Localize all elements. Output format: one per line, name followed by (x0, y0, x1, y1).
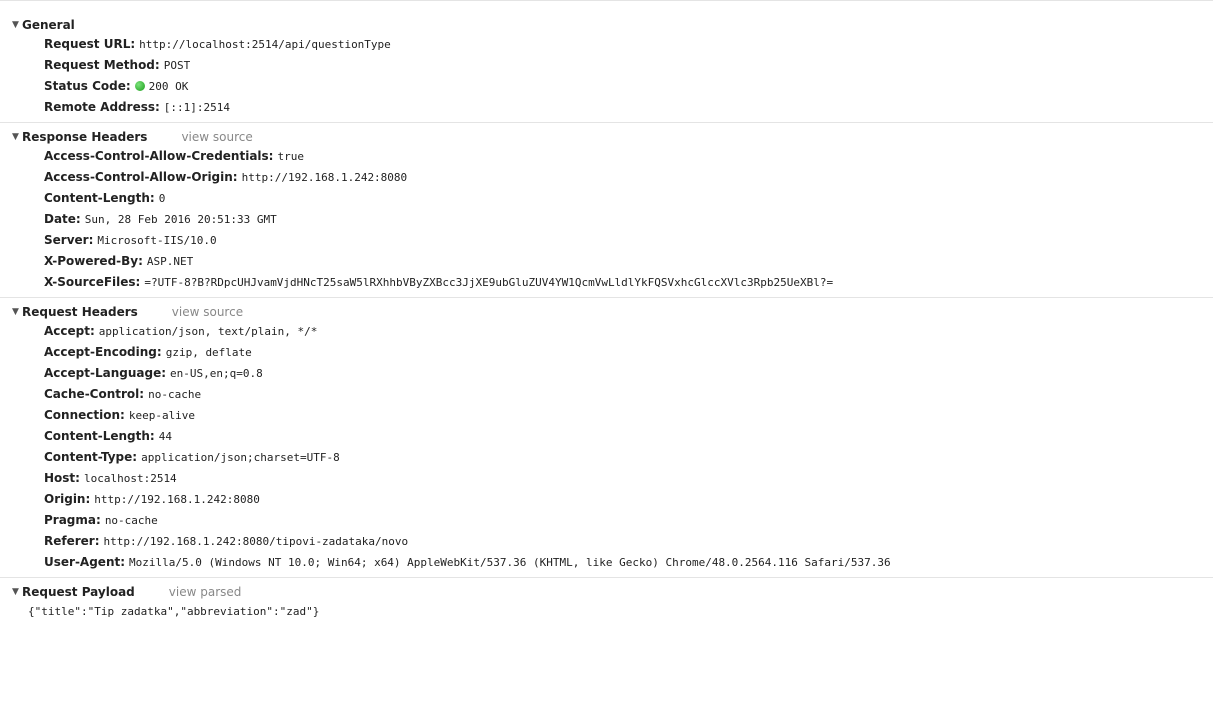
header-key: Cache-Control: (44, 387, 145, 401)
header-row: Request URL: http://localhost:2514/api/qu… (44, 34, 1213, 55)
header-key: Content-Length: (44, 429, 155, 443)
view-source-link[interactable]: view source (172, 305, 243, 319)
header-value: 0 (158, 192, 166, 205)
header-key: Date: (44, 212, 81, 226)
header-key: Pragma: (44, 513, 101, 527)
header-row: Accept: application/json, text/plain, */* (44, 321, 1213, 342)
header-value: application/json;charset=UTF-8 (141, 451, 340, 464)
request-headers-title: Request Headers (22, 305, 138, 319)
header-value: Microsoft-IIS/10.0 (97, 234, 217, 247)
header-key: Host: (44, 471, 80, 485)
header-key: Request Method: (44, 58, 160, 72)
header-value: 200 OK (148, 80, 189, 93)
header-row: Connection: keep-alive (44, 405, 1213, 426)
view-source-link[interactable]: view source (181, 130, 252, 144)
header-key: Content-Length: (44, 191, 155, 205)
expand-triangle-icon: ▼ (12, 307, 19, 317)
response-headers-rows: Access-Control-Allow-Credentials: true Ac… (0, 146, 1213, 293)
header-value: keep-alive (128, 409, 196, 422)
header-key: Accept: (44, 324, 95, 338)
header-row: Date: Sun, 28 Feb 2016 20:51:33 GMT (44, 209, 1213, 230)
header-row: Host: localhost:2514 (44, 468, 1213, 489)
header-row: User-Agent: Mozilla/5.0 (Windows NT 10.0;… (44, 552, 1213, 573)
header-key: Accept-Language: (44, 366, 167, 380)
header-value: [::1]:2514 (163, 101, 231, 114)
expand-triangle-icon: ▼ (12, 132, 19, 142)
request-headers-section: ▼ Request Headers view source Accept: app… (0, 298, 1213, 578)
header-value: http://192.168.1.242:8080/tipovi-zadatak… (103, 535, 409, 548)
request-payload-header[interactable]: ▼ Request Payload view parsed (0, 583, 1213, 601)
header-key: Referer: (44, 534, 100, 548)
header-key: Server: (44, 233, 94, 247)
view-parsed-link[interactable]: view parsed (169, 585, 242, 599)
header-row: Remote Address: [::1]:2514 (44, 97, 1213, 118)
header-value: 44 (158, 430, 172, 443)
expand-triangle-icon: ▼ (12, 20, 19, 30)
header-value: Mozilla/5.0 (Windows NT 10.0; Win64; x64… (129, 556, 891, 569)
header-key: Request URL: (44, 37, 136, 51)
response-headers-title: Response Headers (22, 130, 148, 144)
header-value: true (277, 150, 304, 163)
header-row: Origin: http://192.168.1.242:8080 (44, 489, 1213, 510)
request-payload-section: ▼ Request Payload view parsed {"title":"… (0, 578, 1213, 626)
header-value: POST (163, 59, 191, 72)
header-key: X-Powered-By: (44, 254, 143, 268)
header-value: =?UTF-8?B?RDpcUHJvamVjdHNcT25saW5lRXhhbV… (144, 276, 834, 289)
header-key: Content-Type: (44, 450, 138, 464)
response-headers-section: ▼ Response Headers view source Access-Co… (0, 123, 1213, 298)
expand-triangle-icon: ▼ (12, 587, 19, 597)
header-key: Access-Control-Allow-Origin: (44, 170, 238, 184)
header-row: Access-Control-Allow-Origin: http://192.1… (44, 167, 1213, 188)
header-key: X-SourceFiles: (44, 275, 141, 289)
header-key: Remote Address: (44, 100, 160, 114)
header-row: Cache-Control: no-cache (44, 384, 1213, 405)
general-header[interactable]: ▼ General (0, 16, 1213, 34)
header-key: Access-Control-Allow-Credentials: (44, 149, 274, 163)
header-key: Connection: (44, 408, 125, 422)
request-headers-header[interactable]: ▼ Request Headers view source (0, 303, 1213, 321)
header-value: en-US,en;q=0.8 (170, 367, 263, 380)
request-headers-rows: Accept: application/json, text/plain, */*… (0, 321, 1213, 573)
header-value: application/json, text/plain, */* (98, 325, 318, 338)
header-value: http://192.168.1.242:8080 (94, 493, 260, 506)
header-row: Content-Length: 0 (44, 188, 1213, 209)
status-ok-icon (134, 81, 145, 91)
header-row: Request Method: POST (44, 55, 1213, 76)
header-row: Referer: http://192.168.1.242:8080/tipovi… (44, 531, 1213, 552)
header-value: localhost:2514 (83, 472, 177, 485)
general-title: General (22, 18, 75, 32)
header-row: Content-Type: application/json;charset=UT… (44, 447, 1213, 468)
header-row: X-SourceFiles: =?UTF-8?B?RDpcUHJvamVjdHNc… (44, 272, 1213, 293)
header-row: Access-Control-Allow-Credentials: true (44, 146, 1213, 167)
header-value: Sun, 28 Feb 2016 20:51:33 GMT (84, 213, 277, 226)
response-headers-header[interactable]: ▼ Response Headers view source (0, 128, 1213, 146)
general-section: ▼ General Request URL: http://localhost:2… (0, 11, 1213, 123)
header-value: gzip, deflate (165, 346, 252, 359)
header-key: Status Code: (44, 79, 131, 93)
header-value: no-cache (148, 388, 202, 401)
header-key: User-Agent: (44, 555, 126, 569)
request-payload-title: Request Payload (22, 585, 135, 599)
header-key: Accept-Encoding: (44, 345, 162, 359)
header-value: no-cache (104, 514, 158, 527)
header-row: Accept-Language: en-US,en;q=0.8 (44, 363, 1213, 384)
header-row: Pragma: no-cache (44, 510, 1213, 531)
header-row: Status Code: 200 OK (44, 76, 1213, 97)
header-value: ASP.NET (146, 255, 194, 268)
general-rows: Request URL: http://localhost:2514/api/qu… (0, 34, 1213, 118)
request-payload-body: {"title":"Tip zadatka","abbreviation":"z… (28, 605, 320, 618)
header-row: Accept-Encoding: gzip, deflate (44, 342, 1213, 363)
header-value: http://192.168.1.242:8080 (241, 171, 408, 184)
header-row: X-Powered-By: ASP.NET (44, 251, 1213, 272)
header-row: Content-Length: 44 (44, 426, 1213, 447)
header-key: Origin: (44, 492, 91, 506)
header-row: Server: Microsoft-IIS/10.0 (44, 230, 1213, 251)
network-request-details: ▼ General Request URL: http://localhost:2… (0, 0, 1213, 709)
header-value: http://localhost:2514/api/questionType (139, 38, 391, 51)
